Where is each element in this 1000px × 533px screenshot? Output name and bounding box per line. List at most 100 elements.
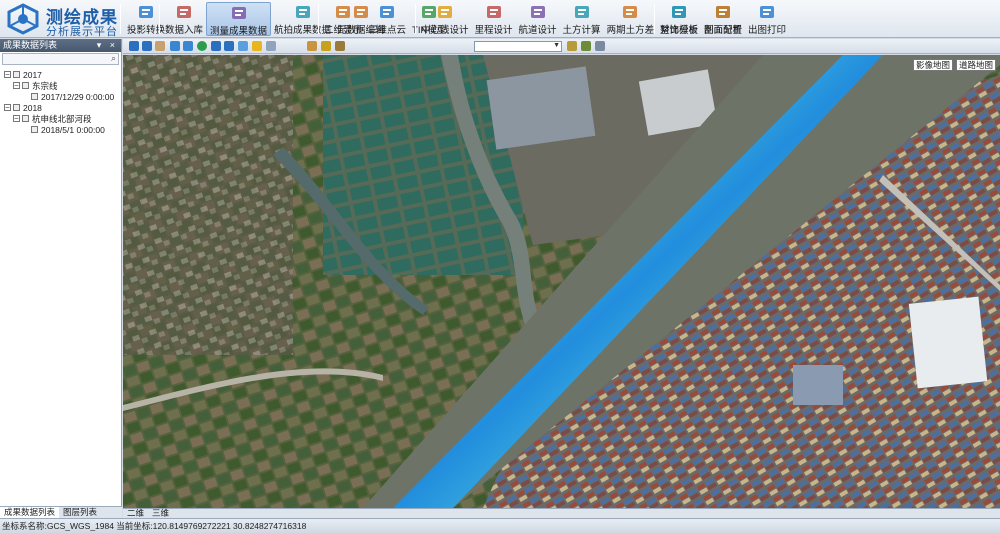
panel-search-input[interactable]: ⌕ (2, 53, 119, 65)
ribbon-button-label: 三维点云 (368, 25, 407, 36)
globe-icon[interactable] (197, 41, 207, 51)
zoom-out-icon[interactable] (142, 41, 152, 51)
ribbon-button-label: 两期土方差 (606, 25, 655, 36)
ribbon-button-label: 测量成果数据 (210, 26, 268, 37)
edit-pencil-icon[interactable] (307, 41, 317, 51)
logo-icon (7, 3, 39, 35)
tree-node-east-line[interactable]: – 东宗线 (4, 80, 121, 91)
layer-select[interactable]: ▼ (474, 41, 562, 52)
collapse-icon[interactable]: – (13, 82, 20, 89)
panel-controls[interactable]: ▾ × (97, 39, 118, 52)
ribbon-button-label: 里程设计 (474, 25, 513, 36)
tree-label: 2017 (23, 69, 42, 80)
centerline-icon (436, 3, 454, 21)
full-extent-icon[interactable] (170, 41, 180, 51)
ribbon-separator (415, 4, 416, 34)
template-icon (670, 3, 688, 21)
identify-icon[interactable] (252, 41, 262, 51)
basemap-switcher: 影像地图 道路地图 (912, 59, 996, 71)
road-map-button[interactable]: 道路地图 (955, 59, 996, 71)
ribbon-separator (159, 4, 160, 34)
ribbon-button-label: 整饰模板 (660, 25, 699, 36)
checkbox[interactable] (31, 93, 38, 100)
forward-arrow-icon[interactable] (224, 41, 234, 51)
pan-hand-icon[interactable] (155, 41, 165, 51)
panel-header: 成果数据列表 ▾ × (0, 39, 121, 52)
chevron-down-icon[interactable]: ▼ (553, 42, 560, 49)
ribbon-button[interactable]: 图面配置 (701, 2, 745, 36)
collapse-icon[interactable]: – (4, 104, 11, 111)
tab-2d[interactable]: 二维 (123, 509, 148, 518)
measure-dropdown-icon[interactable] (266, 41, 276, 51)
results-panel: 成果数据列表 ▾ × ⌕ – 2017 – 东宗线 2017/12/29 0:0… (0, 39, 122, 518)
ribbon-button-label: 图面配置 (704, 25, 743, 36)
ribbon-button-label: 数据入库 (165, 25, 204, 36)
imagery-map-button[interactable]: 影像地图 (912, 59, 953, 71)
ribbon-button[interactable]: 土方计算 (560, 2, 604, 36)
zoom-in-icon[interactable] (129, 41, 139, 51)
tab-3d[interactable]: 三维 (148, 509, 173, 518)
ribbon-button-label: 出图打印 (748, 25, 787, 36)
ribbon-button[interactable]: 中心线设计 (418, 2, 472, 36)
ribbon-button-label: 中心线设计 (421, 25, 469, 36)
refresh-icon[interactable] (238, 41, 248, 51)
database-import-icon (175, 3, 193, 21)
tree-node-2017[interactable]: – 2017 (4, 69, 121, 80)
tree-node-east-line-date[interactable]: 2017/12/29 0:00:00 (4, 91, 121, 102)
survey-data-icon (230, 4, 248, 22)
ribbon-button[interactable]: 测量成果数据 (206, 2, 272, 37)
app-subtitle: 分析展示平台 (46, 26, 118, 38)
checkbox[interactable] (13, 71, 20, 78)
sketch-icon[interactable] (595, 41, 605, 51)
attribute-icon[interactable] (581, 41, 591, 51)
ribbon-button[interactable]: 二维显示 (321, 2, 365, 36)
ribbon-button[interactable]: 出图打印 (745, 2, 789, 36)
tree-label: 2018/5/1 0:00:00 (41, 124, 105, 135)
earthwork-icon (573, 3, 591, 21)
ribbon-button[interactable]: 整饰模板 (657, 2, 701, 36)
tab-results-list[interactable]: 成果数据列表 (0, 507, 60, 518)
collapse-icon[interactable]: – (13, 115, 20, 122)
ribbon-separator (654, 4, 655, 34)
tree-node-hangshen-date[interactable]: 2018/5/1 0:00:00 (4, 124, 121, 135)
tree-node-hangshen[interactable]: – 杭申线北部河段 (4, 113, 121, 124)
channel-design-icon (529, 3, 547, 21)
ribbon-button[interactable]: 数据入库 (162, 2, 206, 36)
ribbon-button[interactable]: 里程设计 (472, 2, 516, 36)
print-icon (758, 3, 776, 21)
save-edit-icon[interactable] (321, 41, 331, 51)
ribbon-button[interactable]: 三维点云 (365, 2, 409, 36)
view-tabs: 二维 三维 (123, 508, 1000, 518)
ribbon-button[interactable]: 两期土方差 (604, 2, 658, 36)
panel-title: 成果数据列表 (3, 40, 58, 50)
2d-view-icon (334, 3, 352, 21)
coordinate-readout: 坐标系名称:GCS_WGS_1984 当前坐标:120.814976927222… (2, 521, 307, 531)
checkbox[interactable] (31, 126, 38, 133)
aerial-photo-icon (294, 3, 312, 21)
point-cloud-icon (378, 3, 396, 21)
collapse-icon[interactable]: – (4, 71, 11, 78)
tree-label: 2018 (23, 102, 42, 113)
ribbon-separator (318, 4, 319, 34)
tab-layer-list[interactable]: 图层列表 (59, 507, 101, 518)
checkbox[interactable] (13, 104, 20, 111)
map-toolbar: ▼ (123, 39, 1000, 54)
edit-tool-icon[interactable] (335, 41, 345, 51)
map-config-icon (714, 3, 732, 21)
satellite-imagery[interactable] (123, 55, 1000, 508)
ribbon-button[interactable]: 航道设计 (516, 2, 560, 36)
map-view[interactable]: 影像地图 道路地图 (123, 55, 1000, 508)
back-arrow-icon[interactable] (211, 41, 221, 51)
checkbox[interactable] (22, 82, 29, 89)
coordinate-transform-icon (137, 3, 155, 21)
mileage-icon (485, 3, 503, 21)
fixed-zoom-icon[interactable] (183, 41, 193, 51)
select-feature-icon[interactable] (567, 41, 577, 51)
earthwork-diff-icon (621, 3, 639, 21)
ribbon-button-label: 航道设计 (518, 25, 557, 36)
app-logo: 测绘成果 分析展示平台 (4, 2, 120, 38)
checkbox[interactable] (22, 115, 29, 122)
tree-node-2018[interactable]: – 2018 (4, 102, 121, 113)
search-icon[interactable]: ⌕ (111, 53, 116, 64)
panel-tabs: 成果数据列表 图层列表 (0, 506, 122, 518)
